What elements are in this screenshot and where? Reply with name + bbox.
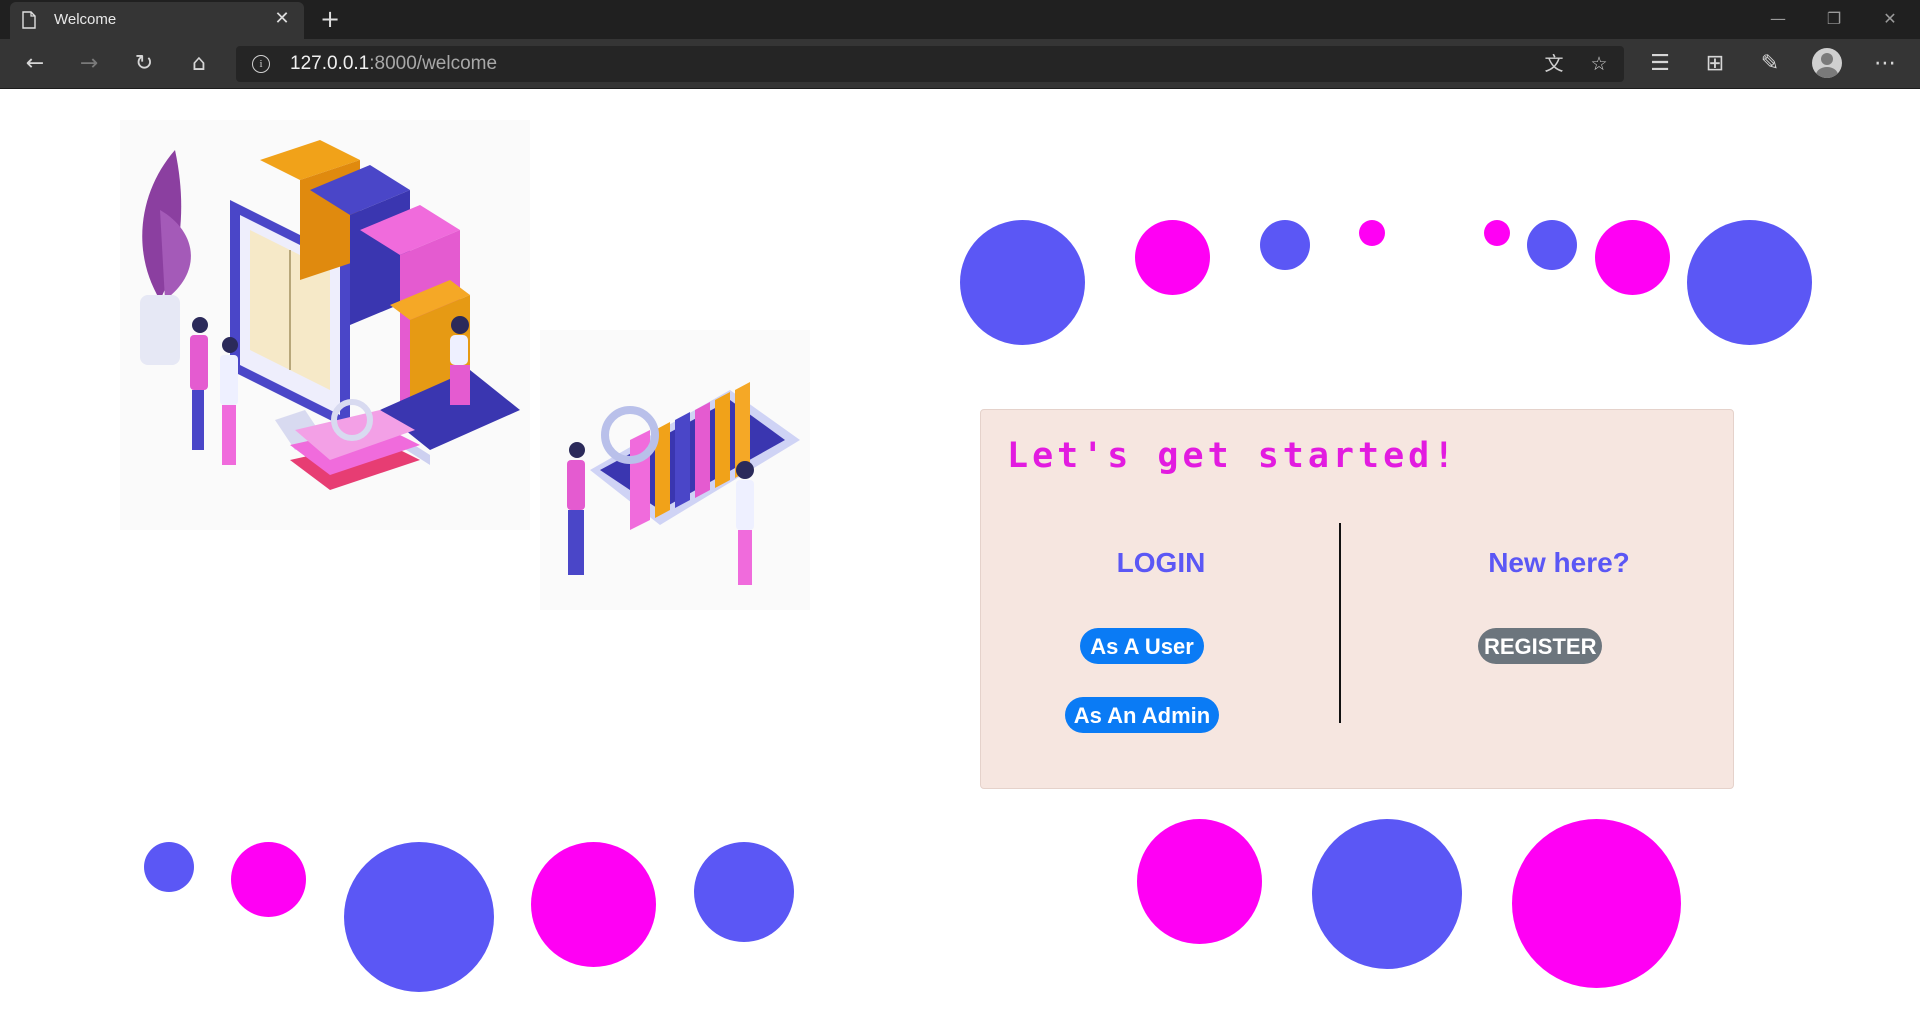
library-illustration — [120, 120, 530, 530]
window-close-icon[interactable]: ✕ — [1870, 4, 1910, 34]
forward-icon[interactable]: → — [72, 47, 106, 81]
decor-circle — [694, 842, 794, 942]
url-host: 127.0.0.1 — [290, 53, 370, 74]
decor-circle — [1359, 220, 1385, 246]
feedback-icon[interactable]: ✎ — [1753, 47, 1787, 81]
more-icon[interactable]: ⋯ — [1868, 47, 1902, 81]
refresh-icon[interactable]: ↻ — [127, 47, 161, 81]
back-icon[interactable]: ← — [18, 47, 52, 81]
decor-circle — [531, 842, 656, 967]
tab-strip: Welcome ✕ + — ❐ ✕ — [0, 0, 1920, 39]
close-icon[interactable]: ✕ — [270, 7, 294, 31]
collections-icon[interactable]: ⊞ — [1698, 47, 1732, 81]
register-heading: New here? — [1488, 547, 1630, 578]
decor-circle — [1135, 220, 1210, 295]
decor-circle — [1512, 819, 1681, 988]
decor-circle — [1687, 220, 1812, 345]
url-text[interactable]: 127.0.0.1:8000/welcome — [290, 53, 497, 75]
decor-circle — [960, 220, 1085, 345]
decor-circle — [231, 842, 306, 917]
decor-circle — [1595, 220, 1670, 295]
info-icon[interactable]: i — [252, 55, 270, 73]
register-button[interactable]: REGISTER — [1478, 628, 1602, 664]
get-started-card: Let's get started! LOGIN As A User As An… — [980, 409, 1734, 789]
login-heading: LOGIN — [1116, 547, 1206, 578]
search-books-illustration — [540, 330, 810, 610]
decor-circle — [1484, 220, 1510, 246]
decor-circle — [1137, 819, 1262, 944]
profile-icon[interactable] — [1812, 48, 1842, 78]
divider — [1339, 523, 1341, 723]
home-icon[interactable]: ⌂ — [182, 47, 216, 81]
browser-tab[interactable]: Welcome ✕ — [10, 2, 304, 39]
restore-icon[interactable]: ❐ — [1814, 4, 1854, 34]
decor-circle — [144, 842, 194, 892]
minimize-icon[interactable]: — — [1758, 4, 1798, 34]
url-path: :8000/welcome — [369, 53, 498, 74]
address-bar[interactable]: i 127.0.0.1:8000/welcome 文 ☆ — [236, 46, 1624, 82]
login-as-admin-button[interactable]: As An Admin — [1065, 697, 1219, 733]
card-title: Let's get started! — [1007, 436, 1459, 476]
translate-icon[interactable]: 文 — [1539, 49, 1569, 79]
star-icon[interactable]: ☆ — [1584, 49, 1614, 79]
decor-circle — [344, 842, 494, 992]
document-icon — [22, 11, 36, 29]
decor-circle — [1527, 220, 1577, 270]
tab-title: Welcome — [54, 11, 117, 28]
decor-circle — [1260, 220, 1310, 270]
favorites-icon[interactable]: ☰ — [1643, 47, 1677, 81]
plus-icon[interactable]: + — [316, 6, 344, 34]
login-as-user-button[interactable]: As A User — [1080, 628, 1204, 664]
decor-circle — [1312, 819, 1462, 969]
browser-toolbar: ← → ↻ ⌂ i 127.0.0.1:8000/welcome 文 ☆ ☰ ⊞… — [0, 39, 1920, 89]
